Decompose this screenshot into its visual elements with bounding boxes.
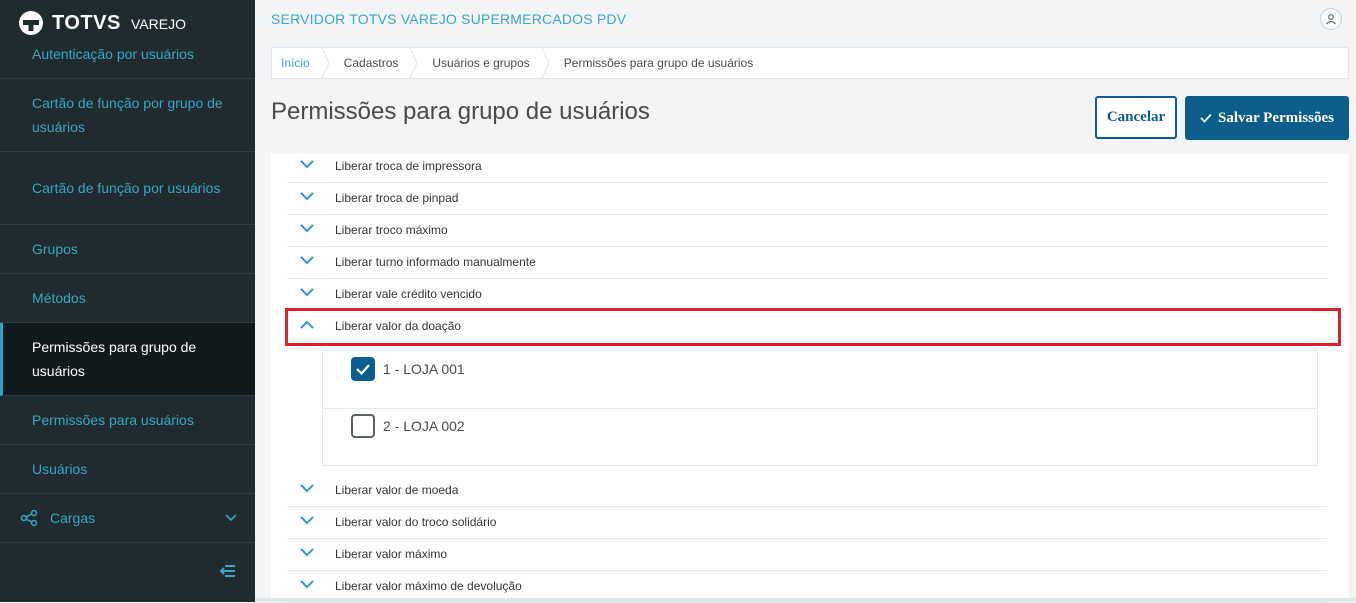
permission-row[interactable]: Liberar vale crédito vencido: [287, 279, 1327, 311]
permission-row[interactable]: Liberar troco máximo: [287, 215, 1327, 247]
brand-logo[interactable]: TOTVS VAREJO: [0, 0, 255, 46]
breadcrumb-label: Início: [281, 56, 310, 70]
server-title: SERVIDOR TOTVS VAREJO SUPERMERCADOS PDV: [271, 11, 627, 27]
store-checkbox-unchecked[interactable]: [351, 414, 375, 438]
permission-label: Liberar troca de impressora: [335, 159, 482, 173]
collapse-menu-icon[interactable]: [218, 563, 236, 579]
breadcrumb-separator-icon: [541, 48, 550, 78]
brand-sub: VAREJO: [131, 16, 186, 32]
breadcrumb-item-inicio[interactable]: Início: [272, 48, 334, 78]
permission-row[interactable]: Liberar valor do troco solidário: [287, 507, 1327, 539]
chevron-down-icon[interactable]: [300, 160, 314, 169]
sidebar-item-label: Métodos: [32, 290, 86, 306]
breadcrumb: Início Cadastros Usuários e grupos Permi…: [271, 47, 1349, 79]
permission-label: Liberar valor de moeda: [335, 483, 459, 497]
chevron-down-icon[interactable]: [300, 256, 314, 265]
store-checkbox-list: 1 - LOJA 001 2 - LOJA 002: [322, 350, 1318, 466]
breadcrumb-item-cadastros[interactable]: Cadastros: [334, 48, 423, 78]
sidebar-item-usuarios[interactable]: Usuários: [0, 445, 255, 494]
chevron-down-icon[interactable]: [300, 484, 314, 493]
sidebar-item-metodos[interactable]: Métodos: [0, 274, 255, 323]
sidebar-item-cartao-grupo[interactable]: Cartão de função por grupo de usuários: [0, 79, 255, 152]
permission-row[interactable]: Liberar troca de impressora: [287, 151, 1327, 183]
permission-label: Liberar valor máximo de devolução: [335, 579, 522, 593]
chevron-down-icon[interactable]: [300, 288, 314, 297]
totvs-logo-icon: [19, 11, 43, 35]
permission-row[interactable]: Liberar valor máximo: [287, 539, 1327, 571]
sidebar-item-permissoes-usuarios[interactable]: Permissões para usuários: [0, 396, 255, 445]
sidebar-item-label: Permissões para grupo de usuários: [32, 339, 197, 379]
sidebar-item-label: Permissões para usuários: [32, 412, 194, 428]
breadcrumb-label: Usuários e grupos: [432, 56, 530, 70]
breadcrumb-label: Permissões para grupo de usuários: [563, 56, 754, 70]
sidebar: TOTVS VAREJO Autenticação por usuários C…: [0, 0, 255, 602]
share-icon: [20, 509, 38, 527]
store-option[interactable]: 1 - LOJA 001: [323, 351, 1317, 409]
permission-label: Liberar vale crédito vencido: [335, 287, 482, 301]
sidebar-item-label: Autenticação por usuários: [32, 46, 194, 62]
store-option[interactable]: 2 - LOJA 002: [323, 408, 1317, 465]
sidebar-item-label: Usuários: [32, 461, 88, 477]
sidebar-item-cargas[interactable]: Cargas: [0, 494, 255, 543]
permission-label: Liberar valor do troco solidário: [335, 515, 497, 529]
check-icon: [356, 364, 370, 376]
sidebar-menu: Autenticação por usuários Cartão de funç…: [0, 46, 255, 543]
user-icon: [1326, 14, 1336, 25]
permission-row[interactable]: Liberar troca de pinpad: [287, 183, 1327, 215]
user-avatar[interactable]: [1320, 8, 1342, 30]
sidebar-item-grupos[interactable]: Grupos: [0, 225, 255, 274]
sidebar-item-permissoes-grupo[interactable]: Permissões para grupo de usuários: [0, 323, 255, 396]
permission-label: Liberar valor máximo: [335, 547, 448, 561]
chevron-down-icon[interactable]: [300, 516, 314, 525]
permission-row[interactable]: Liberar valor de moeda: [287, 475, 1327, 507]
sidebar-item-label: Cargas: [50, 510, 96, 526]
save-permissions-label: Salvar Permissões: [1218, 109, 1334, 126]
chevron-down-icon[interactable]: [300, 224, 314, 233]
breadcrumb-item-usuarios-grupos[interactable]: Usuários e grupos: [422, 48, 553, 78]
permission-row[interactable]: Liberar turno informado manualmente: [287, 247, 1327, 279]
scrollbar-track[interactable]: [255, 598, 1356, 602]
permission-label: Liberar troco máximo: [335, 223, 448, 237]
sidebar-item-label: Cartão de função por grupo de usuários: [32, 95, 223, 135]
cancel-button[interactable]: Cancelar: [1095, 96, 1177, 139]
highlight-box: [285, 308, 1341, 346]
sidebar-item-label: Cartão de função por usuários: [32, 180, 221, 196]
chevron-down-icon[interactable]: [300, 192, 314, 201]
sidebar-item-cartao-usuarios[interactable]: Cartão de função por usuários: [0, 152, 255, 225]
chevron-down-icon[interactable]: [300, 548, 314, 557]
check-icon: [1200, 113, 1212, 123]
chevron-down-icon[interactable]: [300, 580, 314, 589]
save-permissions-button[interactable]: Salvar Permissões: [1185, 96, 1349, 140]
sidebar-item-autenticacao[interactable]: Autenticação por usuários: [0, 46, 255, 79]
breadcrumb-item-current: Permissões para grupo de usuários: [554, 48, 777, 78]
permission-label: Liberar turno informado manualmente: [335, 255, 536, 269]
breadcrumb-separator-icon: [409, 48, 418, 78]
permission-label: Liberar troca de pinpad: [335, 191, 459, 205]
store-label: 2 - LOJA 002: [383, 418, 465, 434]
brand-name: TOTVS: [52, 12, 121, 34]
store-label: 1 - LOJA 001: [383, 361, 465, 377]
breadcrumb-label: Cadastros: [343, 56, 399, 70]
sidebar-item-label: Grupos: [32, 241, 78, 257]
chevron-down-icon: [225, 514, 237, 522]
breadcrumb-separator-icon: [321, 48, 330, 78]
store-checkbox-checked[interactable]: [351, 357, 375, 381]
page-title: Permissões para grupo de usuários: [271, 98, 650, 125]
